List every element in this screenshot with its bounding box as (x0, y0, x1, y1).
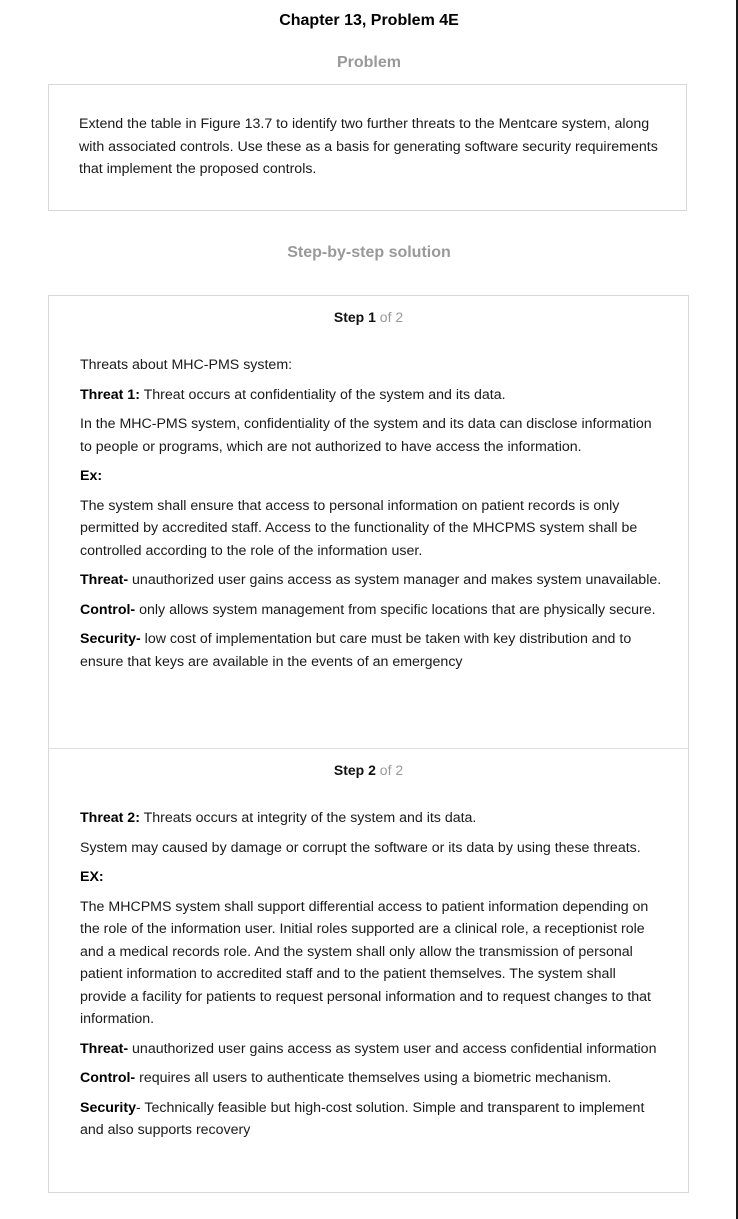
step-2-ex-label-line: EX: (80, 866, 665, 889)
step-2-threat-line: Threat 2: Threats occurs at integrity of… (80, 807, 665, 830)
step-2-number: 2 (368, 762, 376, 778)
step-2-threat2-line: Threat- unauthorized user gains access a… (80, 1038, 665, 1061)
step-1-threat2-line: Threat- unauthorized user gains access a… (80, 569, 665, 592)
solution-heading: Step-by-step solution (287, 244, 451, 261)
step-2-word: Step (333, 762, 365, 778)
problem-card: Extend the table in Figure 13.7 to ident… (48, 84, 687, 211)
step-2-control-text: requires all users to authenticate thems… (135, 1070, 612, 1086)
page-title: Chapter 13, Problem 4E (279, 12, 459, 29)
step-2: Step 2 of 2 Threat 2: Threats occurs at … (49, 748, 688, 1193)
step-2-threat2-text: unauthorized user gains access as system… (128, 1040, 657, 1057)
step-2-header: Step 2 of 2 (49, 762, 688, 778)
step-1-body: Threats about MHC-PMS system: Threat 1: … (80, 354, 665, 680)
step-1-security-line: Security- low cost of implementation but… (80, 628, 665, 673)
problem-text: Extend the table in Figure 13.7 to ident… (79, 116, 658, 177)
step-2-body: Threat 2: Threats occurs at integrity of… (80, 807, 665, 1149)
step-1-threat-label: Threat 1: (80, 386, 140, 403)
step-1: Step 1 of 2 Threats about MHC-PMS system… (49, 296, 688, 748)
step-1-word: Step (333, 309, 365, 325)
step-1-security-label: Security- (80, 631, 141, 647)
step-1-header: Step 1 of 2 (49, 309, 688, 325)
step-2-control-label: Control- (80, 1070, 136, 1086)
step-1-threat2-label: Threat- (80, 572, 129, 588)
step-1-of: of 2 (379, 309, 404, 325)
step-1-control-label: Control- (80, 601, 136, 618)
step-2-security-text: - Technically feasible but high-cost sol… (80, 1099, 645, 1139)
step-2-ex-text: The MHCPMS system shall support differen… (80, 898, 651, 1028)
step-1-control-text: only allows system management from speci… (135, 601, 656, 618)
step-1-ex-text: The system shall ensure that access to p… (80, 497, 638, 559)
step-1-control-line: Control- only allows system management f… (80, 599, 665, 622)
step-2-control-line: Control- requires all users to authentic… (80, 1067, 665, 1090)
step-1-threat-line: Threat 1: Threat occurs at confidentiali… (80, 384, 665, 407)
step-2-description: System may caused by damage or corrupt t… (80, 839, 641, 856)
step-1-description: In the MHC-PMS system, confidentiality o… (80, 416, 652, 455)
step-1-ex-label: Ex: (80, 468, 103, 484)
step-2-security-label: Security (80, 1099, 136, 1116)
step-1-intro: Threats about MHC-PMS system: (80, 357, 293, 373)
problem-heading: Problem (336, 54, 401, 71)
step-1-ex-label-line: Ex: (80, 465, 665, 488)
step-1-threat-text: Threat occurs at confidentiality of the … (139, 386, 506, 403)
solution-card: Step 1 of 2 Threats about MHC-PMS system… (48, 295, 689, 1193)
step-2-ex-label: EX: (80, 869, 104, 885)
step-2-threat-text: Threats occurs at integrity of the syste… (139, 810, 477, 826)
step-2-of: of 2 (379, 762, 404, 778)
step-1-security-text: low cost of implementation but care must… (80, 631, 632, 670)
step-1-threat2-text: unauthorized user gains access as system… (128, 572, 662, 588)
step-2-security-line: Security- Technically feasible but high-… (80, 1097, 665, 1142)
step-2-threat2-label: Threat- (80, 1040, 129, 1057)
step-1-number: 1 (368, 309, 376, 325)
step-2-threat-label: Threat 2: (80, 810, 140, 826)
